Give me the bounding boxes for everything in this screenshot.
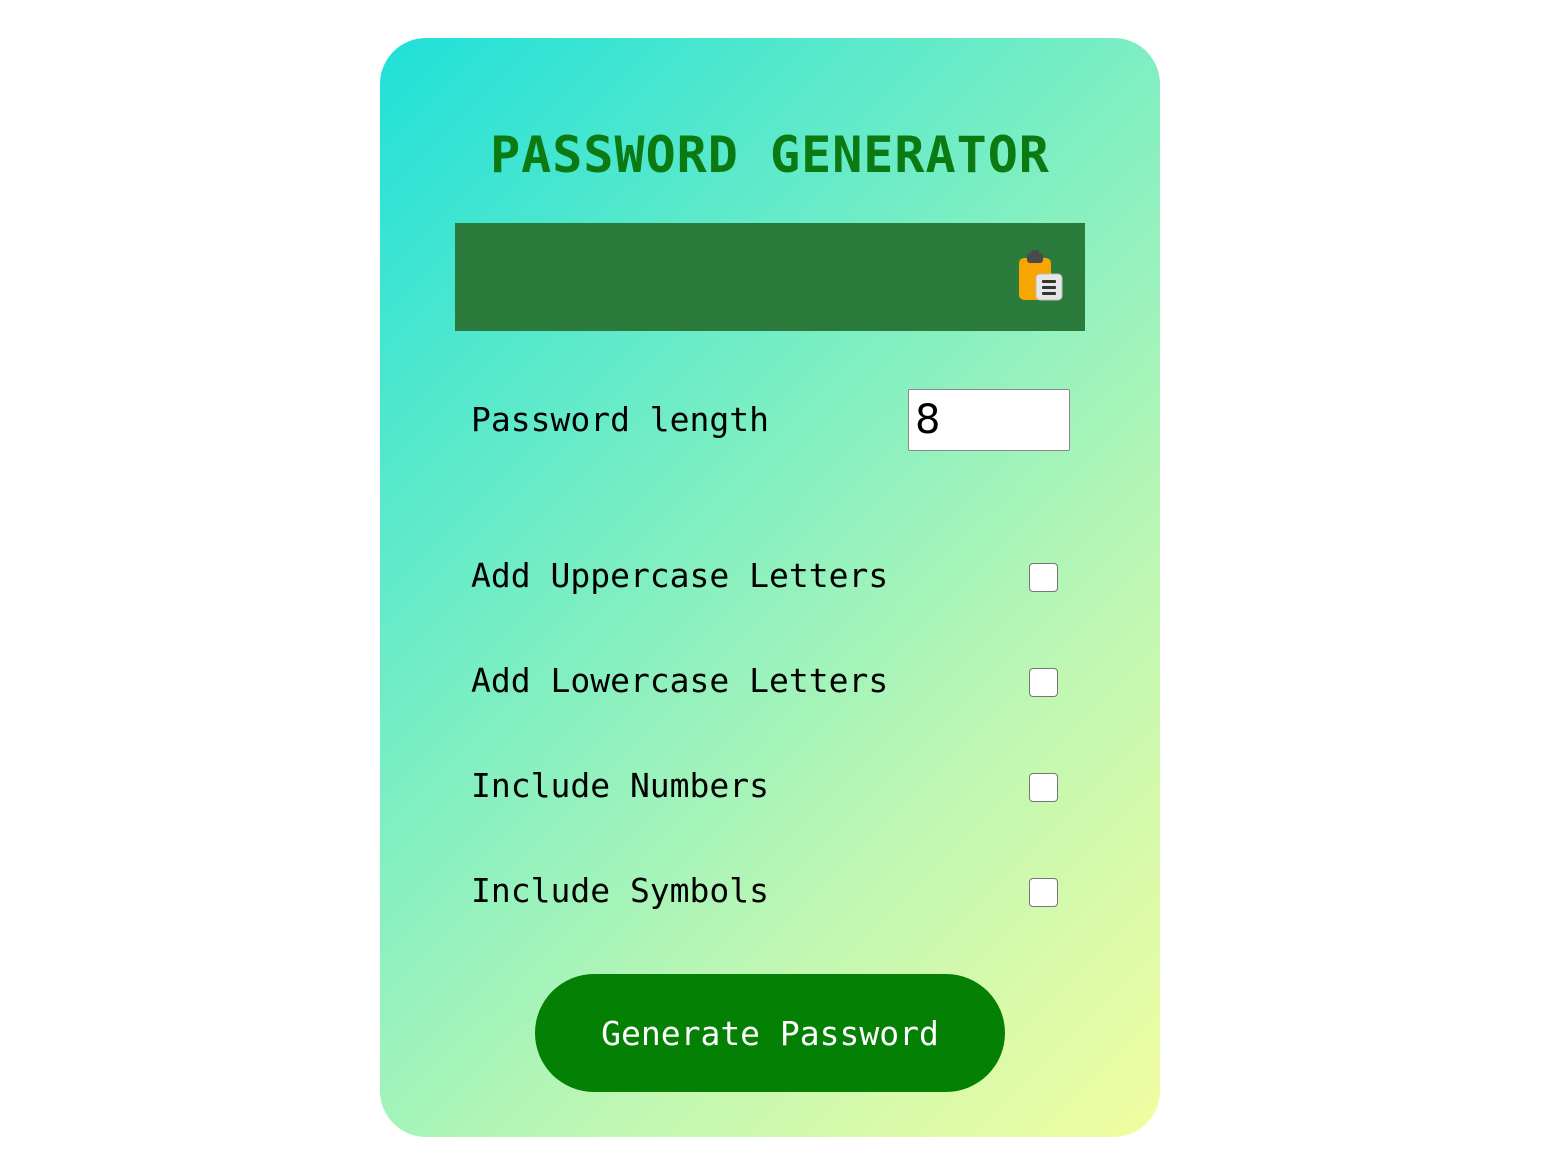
clipboard-icon [1019,250,1063,301]
numbers-label: Include Numbers [471,766,770,805]
password-output [455,223,1085,331]
numbers-checkbox[interactable] [1029,773,1058,802]
lowercase-label: Add Lowercase Letters [471,661,889,700]
page-title: PASSWORD GENERATOR [490,126,1050,184]
symbols-checkbox[interactable] [1029,878,1058,907]
lowercase-checkbox[interactable] [1029,668,1058,697]
generate-password-button[interactable]: Generate Password [535,974,1005,1092]
password-length-input[interactable] [908,389,1070,451]
password-length-label: Password length [471,400,770,439]
uppercase-checkbox[interactable] [1029,563,1058,592]
symbols-label: Include Symbols [471,871,770,910]
password-generator-card: PASSWORD GENERATOR Password length Add U… [380,38,1160,1137]
copy-button[interactable] [1017,250,1063,304]
uppercase-label: Add Uppercase Letters [471,556,889,595]
